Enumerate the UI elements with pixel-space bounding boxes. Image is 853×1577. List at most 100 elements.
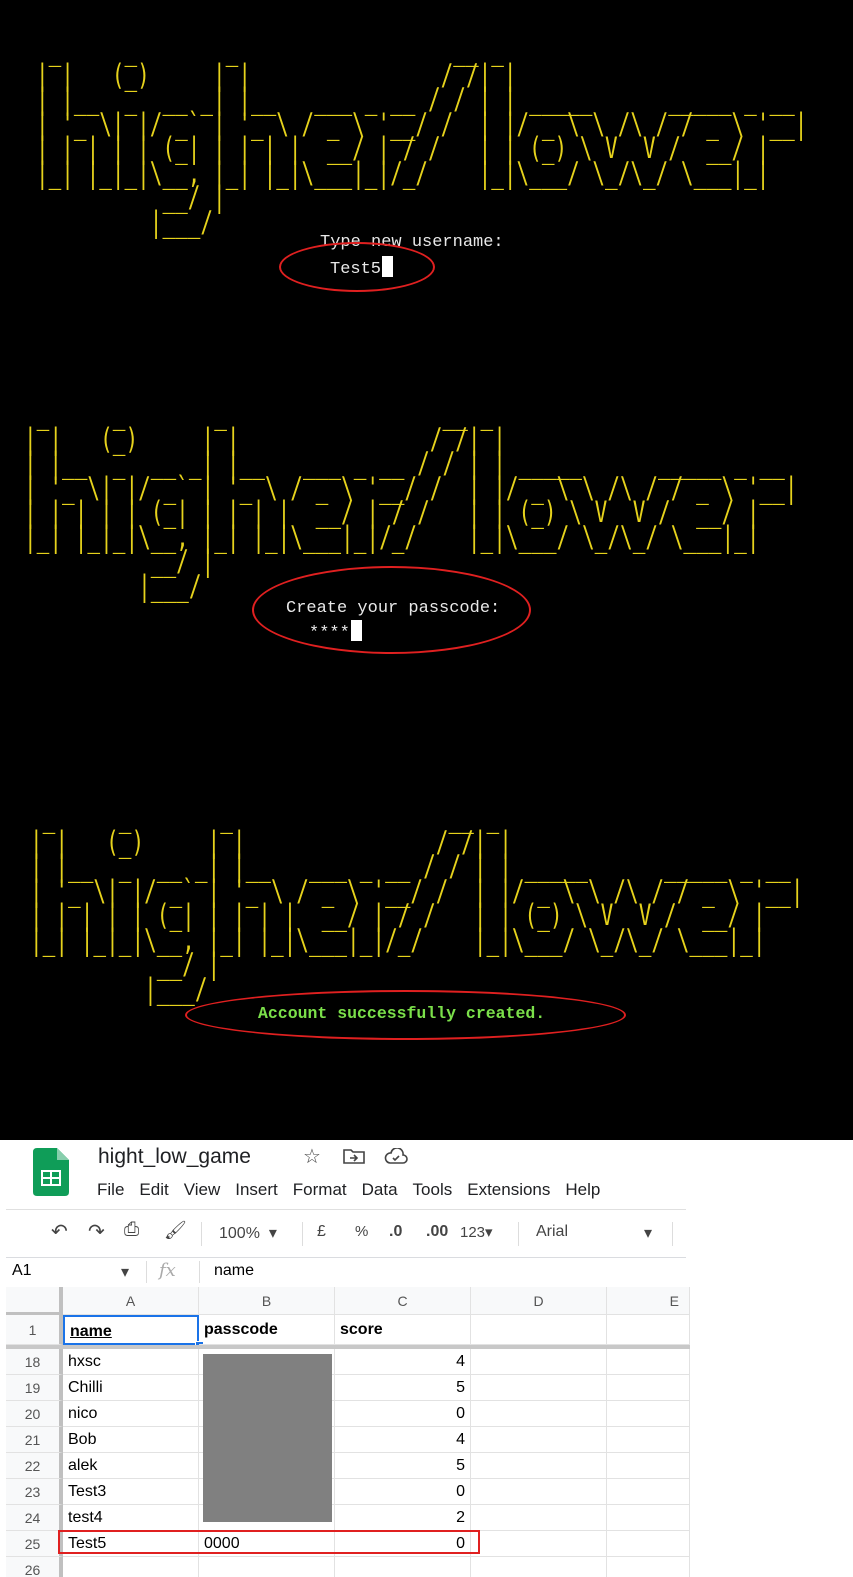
cell-d[interactable] [471, 1479, 607, 1505]
cell-a1[interactable]: name [63, 1315, 199, 1345]
cell-a[interactable]: Test3 [63, 1479, 199, 1505]
cell-a[interactable] [63, 1557, 199, 1577]
divider [146, 1261, 147, 1283]
menu-format[interactable]: Format [293, 1180, 347, 1199]
cell-c[interactable]: 2 [335, 1505, 471, 1531]
cell-e[interactable] [607, 1479, 690, 1505]
row-number[interactable]: 1 [6, 1315, 63, 1345]
table-row: 22 alek 5 [6, 1453, 690, 1479]
decrease-decimal-button[interactable]: .0 [389, 1223, 402, 1241]
cell-e[interactable] [607, 1427, 690, 1453]
paint-format-icon[interactable]: 🖌 [164, 1220, 187, 1241]
cell-d[interactable] [471, 1453, 607, 1479]
cell-e[interactable] [607, 1401, 690, 1427]
cell-b[interactable] [199, 1557, 335, 1577]
cell-d[interactable] [471, 1401, 607, 1427]
cell-e[interactable] [607, 1375, 690, 1401]
row-number[interactable]: 25 [6, 1531, 63, 1557]
cell-b1[interactable]: passcode [199, 1315, 335, 1345]
cell-d[interactable] [471, 1375, 607, 1401]
chevron-down-icon: ▾ [268, 1225, 277, 1242]
cell-d[interactable] [471, 1427, 607, 1453]
menu-data[interactable]: Data [362, 1180, 398, 1199]
currency-button[interactable]: £ [317, 1223, 326, 1241]
menu-extensions[interactable]: Extensions [467, 1180, 550, 1199]
undo-icon[interactable]: ↶ [51, 1219, 68, 1244]
menu-insert[interactable]: Insert [235, 1180, 278, 1199]
cell-e1[interactable] [607, 1315, 690, 1345]
menu-bar: File Edit View Insert Format Data Tools Extensi… [97, 1180, 615, 1200]
column-header-c[interactable]: C [335, 1287, 471, 1315]
menu-view[interactable]: View [184, 1180, 221, 1199]
row-number[interactable]: 18 [6, 1349, 63, 1375]
cell-c[interactable]: 5 [335, 1375, 471, 1401]
cell-a[interactable]: nico [63, 1401, 199, 1427]
success-step: _ _ _ __ _ | | (_) | | / /| | | |__ _ __… [0, 0, 853, 1100]
cell-d[interactable] [471, 1505, 607, 1531]
more-formats-button[interactable]: 123▾ [460, 1223, 493, 1241]
cell-a[interactable]: hxsc [63, 1349, 199, 1375]
row-number[interactable]: 24 [6, 1505, 63, 1531]
cell-c[interactable]: 4 [335, 1427, 471, 1453]
cell-d[interactable] [471, 1531, 607, 1557]
zoom-select[interactable]: 100% ▾ [219, 1223, 277, 1243]
menu-help[interactable]: Help [565, 1180, 600, 1199]
cell-e[interactable] [607, 1557, 690, 1577]
terminal-window: _ _ _ __ _ | | (_) | | / /| | | |__ _ __… [0, 0, 853, 1140]
cell-e[interactable] [607, 1349, 690, 1375]
cell-e[interactable] [607, 1505, 690, 1531]
cell-c[interactable] [335, 1557, 471, 1577]
cell-c[interactable]: 4 [335, 1349, 471, 1375]
print-icon[interactable]: ⎙ [124, 1219, 139, 1241]
cell-a[interactable]: Chilli [63, 1375, 199, 1401]
row-number[interactable]: 21 [6, 1427, 63, 1453]
table-row: 23 Test3 0 [6, 1479, 690, 1505]
row-number[interactable]: 22 [6, 1453, 63, 1479]
column-header-b[interactable]: B [199, 1287, 335, 1315]
divider [672, 1222, 673, 1246]
document-title[interactable]: hight_low_game [98, 1145, 251, 1169]
sheets-logo-icon[interactable] [33, 1148, 69, 1196]
name-box[interactable]: A1 ▾ [12, 1262, 137, 1281]
increase-decimal-button[interactable]: .00 [426, 1223, 448, 1241]
cell-a[interactable]: alek [63, 1453, 199, 1479]
column-header-a[interactable]: A [63, 1287, 199, 1315]
column-header-e[interactable]: E [607, 1287, 690, 1315]
cell-a[interactable]: test4 [63, 1505, 199, 1531]
column-header-d[interactable]: D [471, 1287, 607, 1315]
cloud-saved-icon[interactable] [384, 1148, 408, 1164]
select-all-corner[interactable] [6, 1287, 63, 1315]
header-row: 1 name passcode score [6, 1315, 690, 1350]
formula-input[interactable]: name [214, 1262, 254, 1280]
font-select[interactable]: Arial ▾ [536, 1223, 661, 1242]
move-folder-icon[interactable] [343, 1148, 365, 1164]
table-row: 18 hxsc 4 [6, 1349, 690, 1375]
percent-button[interactable]: % [355, 1223, 368, 1240]
cell-e[interactable] [607, 1531, 690, 1557]
star-icon[interactable]: ☆ [303, 1144, 321, 1169]
row-number[interactable]: 19 [6, 1375, 63, 1401]
fx-icon: fx [159, 1260, 176, 1281]
menu-file[interactable]: File [97, 1180, 124, 1199]
row-number[interactable]: 26 [6, 1557, 63, 1577]
cell-a[interactable]: Bob [63, 1427, 199, 1453]
cell-c[interactable]: 0 [335, 1479, 471, 1505]
table-row: 21 Bob 4 [6, 1427, 690, 1453]
menu-tools[interactable]: Tools [413, 1180, 453, 1199]
table-row: 19 Chilli 5 [6, 1375, 690, 1401]
cell-d1[interactable] [471, 1315, 607, 1345]
redacted-passcode-block [203, 1354, 332, 1522]
cell-c[interactable]: 5 [335, 1453, 471, 1479]
chevron-down-icon: ▾ [644, 1225, 653, 1242]
cell-c[interactable]: 0 [335, 1401, 471, 1427]
row-number[interactable]: 20 [6, 1401, 63, 1427]
cell-e[interactable] [607, 1453, 690, 1479]
divider [518, 1222, 519, 1246]
menu-edit[interactable]: Edit [139, 1180, 168, 1199]
row-number[interactable]: 23 [6, 1479, 63, 1505]
cell-c1[interactable]: score [335, 1315, 471, 1345]
cell-d[interactable] [471, 1557, 607, 1577]
column-header-row: A B C D E [6, 1287, 690, 1315]
cell-d[interactable] [471, 1349, 607, 1375]
redo-icon[interactable]: ↷ [88, 1219, 105, 1244]
